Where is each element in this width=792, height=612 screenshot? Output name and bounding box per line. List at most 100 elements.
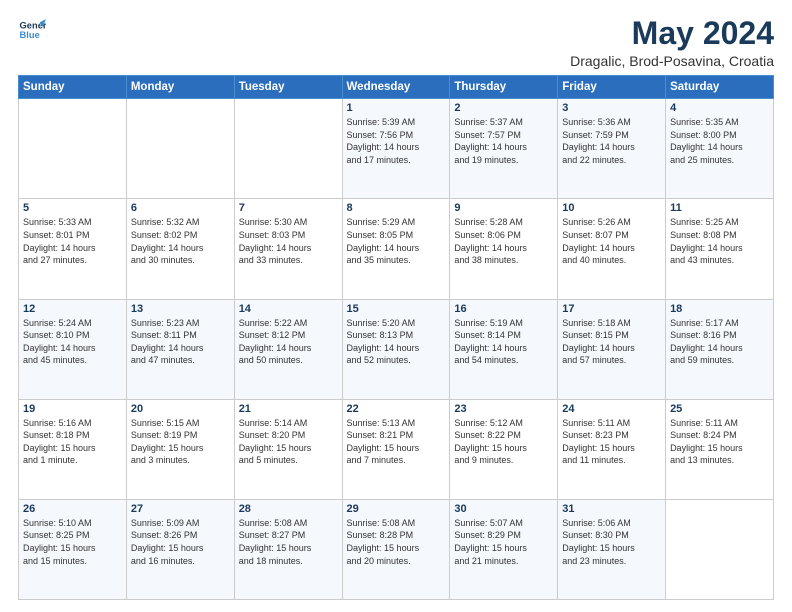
calendar-cell: 9Sunrise: 5:28 AM Sunset: 8:06 PM Daylig… (450, 199, 558, 299)
header-monday: Monday (126, 76, 234, 99)
day-number: 27 (131, 503, 230, 515)
day-info: Sunrise: 5:12 AM Sunset: 8:22 PM Dayligh… (454, 417, 553, 467)
calendar-table: Sunday Monday Tuesday Wednesday Thursday… (18, 75, 774, 600)
calendar-cell: 27 Sunrise: 5:09 AM Sunset: 8:26 PM Dayli… (126, 499, 234, 599)
day-info: Sunrise: 5:30 AM Sunset: 8:03 PM Dayligh… (239, 216, 338, 266)
calendar-cell: 29 Sunrise: 5:08 AM Sunset: 8:28 PM Dayli… (342, 499, 450, 599)
day-info: Sunrise: 5:19 AM Sunset: 8:14 PM Dayligh… (454, 317, 553, 367)
day-number: 21 (239, 403, 338, 415)
day-info: Sunrise: 5:25 AM Sunset: 8:08 PM Dayligh… (670, 216, 769, 266)
day-number: 12 (23, 303, 122, 315)
calendar-cell: 26 Sunrise: 5:10 AM Sunset: 8:25 PM Dayli… (19, 499, 127, 599)
day-info: Sunrise: 5:26 AM Sunset: 8:07 PM Dayligh… (562, 216, 661, 266)
calendar-cell: 11 Sunrise: 5:25 AM Sunset: 8:08 PM Dayli… (666, 199, 774, 299)
day-info: Sunrise: 5:18 AM Sunset: 8:15 PM Dayligh… (562, 317, 661, 367)
header-sunday: Sunday (19, 76, 127, 99)
calendar-cell: 14 Sunrise: 5:22 AM Sunset: 8:12 PM Dayli… (234, 299, 342, 399)
day-number: 11 (670, 202, 769, 214)
calendar-cell: 15Sunrise: 5:20 AM Sunset: 8:13 PM Dayli… (342, 299, 450, 399)
calendar-cell: 6Sunrise: 5:32 AM Sunset: 8:02 PM Daylig… (126, 199, 234, 299)
logo-icon: General Blue (18, 16, 46, 44)
calendar-cell: 1 Sunrise: 5:39 AM Sunset: 7:56 PM Daylig… (342, 99, 450, 199)
day-info: Sunrise: 5:06 AM Sunset: 8:30 PM Dayligh… (562, 517, 661, 567)
page: General Blue May 2024 Dragalic, Brod-Pos… (0, 0, 792, 612)
calendar-cell: 25Sunrise: 5:11 AM Sunset: 8:24 PM Dayli… (666, 399, 774, 499)
calendar-cell: 16 Sunrise: 5:19 AM Sunset: 8:14 PM Dayli… (450, 299, 558, 399)
day-number: 10 (562, 202, 661, 214)
logo: General Blue (18, 16, 46, 44)
day-number: 3 (562, 102, 661, 114)
day-number: 16 (454, 303, 553, 315)
calendar-cell: 22 Sunrise: 5:13 AM Sunset: 8:21 PM Dayli… (342, 399, 450, 499)
header-saturday: Saturday (666, 76, 774, 99)
day-info: Sunrise: 5:29 AM Sunset: 8:05 PM Dayligh… (347, 216, 446, 266)
calendar-cell: 5 Sunrise: 5:33 AM Sunset: 8:01 PM Daylig… (19, 199, 127, 299)
day-info: Sunrise: 5:09 AM Sunset: 8:26 PM Dayligh… (131, 517, 230, 567)
day-number: 4 (670, 102, 769, 114)
calendar-cell: 31 Sunrise: 5:06 AM Sunset: 8:30 PM Dayli… (558, 499, 666, 599)
calendar-cell: 18 Sunrise: 5:17 AM Sunset: 8:16 PM Dayli… (666, 299, 774, 399)
calendar-week-1: 1 Sunrise: 5:39 AM Sunset: 7:56 PM Daylig… (19, 99, 774, 199)
title-block: May 2024 Dragalic, Brod-Posavina, Croati… (570, 16, 774, 69)
day-number: 18 (670, 303, 769, 315)
day-info: Sunrise: 5:10 AM Sunset: 8:25 PM Dayligh… (23, 517, 122, 567)
calendar-cell: 4Sunrise: 5:35 AM Sunset: 8:00 PM Daylig… (666, 99, 774, 199)
calendar-cell: 13Sunrise: 5:23 AM Sunset: 8:11 PM Dayli… (126, 299, 234, 399)
calendar-cell: 2 Sunrise: 5:37 AM Sunset: 7:57 PM Daylig… (450, 99, 558, 199)
calendar-cell: 30 Sunrise: 5:07 AM Sunset: 8:29 PM Dayli… (450, 499, 558, 599)
day-info: Sunrise: 5:17 AM Sunset: 8:16 PM Dayligh… (670, 317, 769, 367)
day-number: 15 (347, 303, 446, 315)
day-number: 22 (347, 403, 446, 415)
day-info: Sunrise: 5:13 AM Sunset: 8:21 PM Dayligh… (347, 417, 446, 467)
day-number: 30 (454, 503, 553, 515)
day-number: 5 (23, 202, 122, 214)
calendar-cell: 10 Sunrise: 5:26 AM Sunset: 8:07 PM Dayli… (558, 199, 666, 299)
day-number: 2 (454, 102, 553, 114)
day-info: Sunrise: 5:32 AM Sunset: 8:02 PM Dayligh… (131, 216, 230, 266)
calendar-cell: 3 Sunrise: 5:36 AM Sunset: 7:59 PM Daylig… (558, 99, 666, 199)
day-info: Sunrise: 5:37 AM Sunset: 7:57 PM Dayligh… (454, 116, 553, 166)
header: General Blue May 2024 Dragalic, Brod-Pos… (18, 16, 774, 69)
header-wednesday: Wednesday (342, 76, 450, 99)
day-info: Sunrise: 5:39 AM Sunset: 7:56 PM Dayligh… (347, 116, 446, 166)
day-info: Sunrise: 5:15 AM Sunset: 8:19 PM Dayligh… (131, 417, 230, 467)
subtitle: Dragalic, Brod-Posavina, Croatia (570, 53, 774, 69)
calendar-cell (666, 499, 774, 599)
day-number: 29 (347, 503, 446, 515)
day-info: Sunrise: 5:36 AM Sunset: 7:59 PM Dayligh… (562, 116, 661, 166)
calendar-cell: 12 Sunrise: 5:24 AM Sunset: 8:10 PM Dayli… (19, 299, 127, 399)
calendar-cell: 8 Sunrise: 5:29 AM Sunset: 8:05 PM Daylig… (342, 199, 450, 299)
calendar-cell: 17Sunrise: 5:18 AM Sunset: 8:15 PM Dayli… (558, 299, 666, 399)
day-info: Sunrise: 5:07 AM Sunset: 8:29 PM Dayligh… (454, 517, 553, 567)
calendar-cell: 19Sunrise: 5:16 AM Sunset: 8:18 PM Dayli… (19, 399, 127, 499)
day-number: 13 (131, 303, 230, 315)
calendar-cell: 28Sunrise: 5:08 AM Sunset: 8:27 PM Dayli… (234, 499, 342, 599)
calendar-cell: 24Sunrise: 5:11 AM Sunset: 8:23 PM Dayli… (558, 399, 666, 499)
day-number: 31 (562, 503, 661, 515)
calendar-week-2: 5 Sunrise: 5:33 AM Sunset: 8:01 PM Daylig… (19, 199, 774, 299)
day-info: Sunrise: 5:08 AM Sunset: 8:28 PM Dayligh… (347, 517, 446, 567)
header-tuesday: Tuesday (234, 76, 342, 99)
day-number: 26 (23, 503, 122, 515)
day-info: Sunrise: 5:22 AM Sunset: 8:12 PM Dayligh… (239, 317, 338, 367)
day-number: 8 (347, 202, 446, 214)
day-number: 1 (347, 102, 446, 114)
day-number: 24 (562, 403, 661, 415)
day-number: 7 (239, 202, 338, 214)
day-info: Sunrise: 5:16 AM Sunset: 8:18 PM Dayligh… (23, 417, 122, 467)
calendar-cell (19, 99, 127, 199)
calendar-cell (234, 99, 342, 199)
day-info: Sunrise: 5:24 AM Sunset: 8:10 PM Dayligh… (23, 317, 122, 367)
calendar-week-4: 19Sunrise: 5:16 AM Sunset: 8:18 PM Dayli… (19, 399, 774, 499)
day-number: 23 (454, 403, 553, 415)
calendar-cell (126, 99, 234, 199)
calendar-cell: 21Sunrise: 5:14 AM Sunset: 8:20 PM Dayli… (234, 399, 342, 499)
calendar-cell: 7 Sunrise: 5:30 AM Sunset: 8:03 PM Daylig… (234, 199, 342, 299)
day-number: 9 (454, 202, 553, 214)
day-number: 20 (131, 403, 230, 415)
day-info: Sunrise: 5:08 AM Sunset: 8:27 PM Dayligh… (239, 517, 338, 567)
day-info: Sunrise: 5:33 AM Sunset: 8:01 PM Dayligh… (23, 216, 122, 266)
day-number: 14 (239, 303, 338, 315)
calendar-week-5: 26 Sunrise: 5:10 AM Sunset: 8:25 PM Dayli… (19, 499, 774, 599)
header-friday: Friday (558, 76, 666, 99)
